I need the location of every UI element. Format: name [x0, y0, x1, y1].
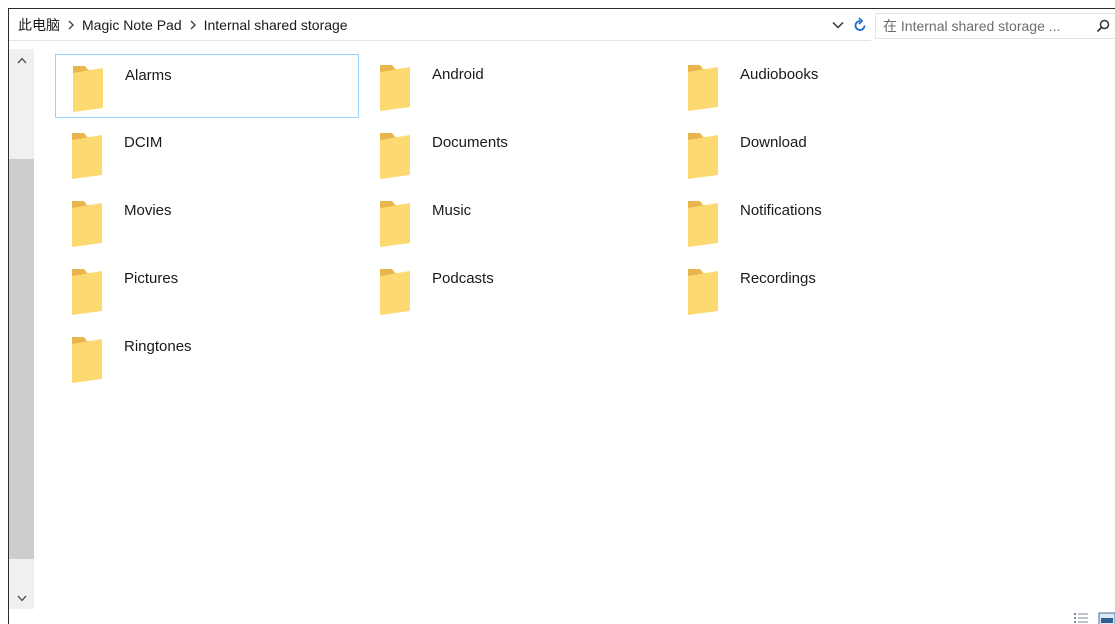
folder-name: Podcasts — [432, 270, 494, 287]
chevron-down-icon[interactable] — [9, 587, 34, 609]
folder-icon — [377, 63, 413, 111]
folder-name: DCIM — [124, 134, 163, 151]
chevron-up-icon[interactable] — [9, 49, 34, 71]
folder-item-alarms[interactable]: Alarms — [55, 54, 359, 118]
large-icons-view-icon[interactable] — [1098, 611, 1115, 624]
vertical-scrollbar[interactable] — [9, 49, 34, 609]
folder-icon — [377, 267, 413, 315]
folder-name: Movies — [124, 202, 172, 219]
folder-icon — [70, 64, 106, 112]
folder-icon — [377, 131, 413, 179]
folder-item-podcasts[interactable]: Podcasts — [363, 258, 667, 322]
folder-item-audiobooks[interactable]: Audiobooks — [671, 54, 975, 118]
scrollbar-thumb[interactable] — [9, 159, 34, 559]
details-view-icon[interactable] — [1072, 611, 1090, 624]
chevron-right-icon[interactable] — [63, 20, 79, 30]
refresh-icon[interactable] — [851, 14, 869, 36]
chevron-down-icon[interactable] — [829, 14, 847, 36]
folder-item-download[interactable]: Download — [671, 122, 975, 186]
folder-name: Recordings — [740, 270, 816, 287]
folder-name: Download — [740, 134, 807, 151]
folder-name: Notifications — [740, 202, 822, 219]
folder-name: Documents — [432, 134, 508, 151]
folder-name: Alarms — [125, 67, 172, 84]
folder-icon — [377, 199, 413, 247]
folder-name: Android — [432, 66, 484, 83]
folder-item-documents[interactable]: Documents — [363, 122, 667, 186]
folder-name: Music — [432, 202, 472, 219]
folder-icon — [69, 131, 105, 179]
folder-grid: Alarms Android Audiobooks DCIM Documents Down… — [55, 54, 980, 454]
folder-icon — [685, 199, 721, 247]
folder-item-pictures[interactable]: Pictures — [55, 258, 359, 322]
breadcrumb-this-pc[interactable]: 此电脑 — [18, 15, 60, 35]
address-controls — [829, 9, 869, 41]
breadcrumb-device[interactable]: Magic Note Pad — [82, 17, 182, 33]
file-explorer-window: 此电脑 Magic Note Pad Internal shared stora… — [8, 8, 1115, 624]
folder-name: Ringtones — [124, 338, 192, 355]
folder-item-music[interactable]: Music — [363, 190, 667, 254]
folder-icon — [69, 199, 105, 247]
folder-icon — [685, 63, 721, 111]
view-switcher — [1072, 609, 1115, 624]
folder-icon — [69, 335, 105, 383]
folder-name: Audiobooks — [740, 66, 819, 83]
chevron-right-icon[interactable] — [185, 20, 201, 30]
breadcrumb[interactable]: 此电脑 Magic Note Pad Internal shared stora… — [9, 9, 871, 41]
search-icon[interactable] — [1092, 15, 1114, 37]
folder-item-recordings[interactable]: Recordings — [671, 258, 975, 322]
address-bar: 此电脑 Magic Note Pad Internal shared stora… — [9, 9, 1115, 41]
folder-item-notifications[interactable]: Notifications — [671, 190, 975, 254]
folder-item-movies[interactable]: Movies — [55, 190, 359, 254]
folder-icon — [685, 131, 721, 179]
breadcrumb-storage[interactable]: Internal shared storage — [204, 17, 348, 33]
folder-name: Pictures — [124, 270, 179, 287]
folder-icon — [69, 267, 105, 315]
search-box[interactable]: 在 Internal shared storage ... — [875, 13, 1115, 39]
search-input[interactable]: 在 Internal shared storage ... — [883, 16, 1092, 36]
folder-item-ringtones[interactable]: Ringtones — [55, 326, 359, 390]
folder-item-dcim[interactable]: DCIM — [55, 122, 359, 186]
folder-icon — [685, 267, 721, 315]
folder-item-android[interactable]: Android — [363, 54, 667, 118]
